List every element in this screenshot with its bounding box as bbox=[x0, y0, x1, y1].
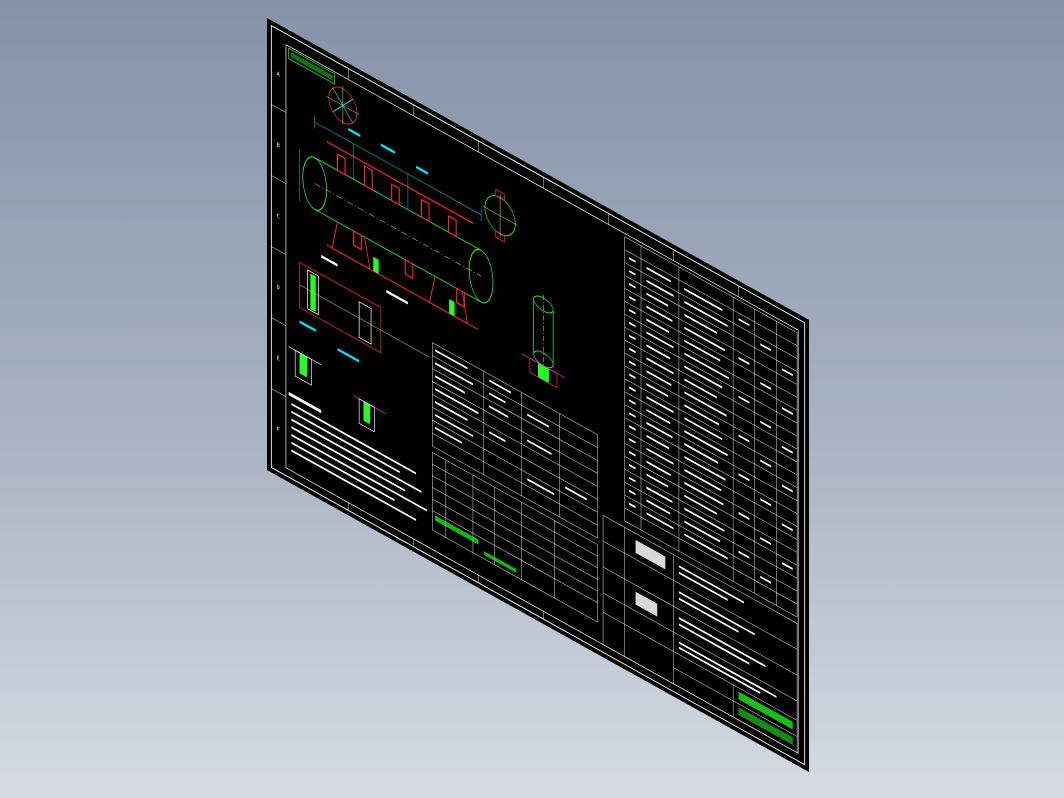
drawing-canvas: A B C D E F bbox=[267, 18, 809, 772]
drawing-sheet bbox=[267, 18, 809, 772]
cad-viewport[interactable]: A B C D E F bbox=[0, 0, 1064, 798]
